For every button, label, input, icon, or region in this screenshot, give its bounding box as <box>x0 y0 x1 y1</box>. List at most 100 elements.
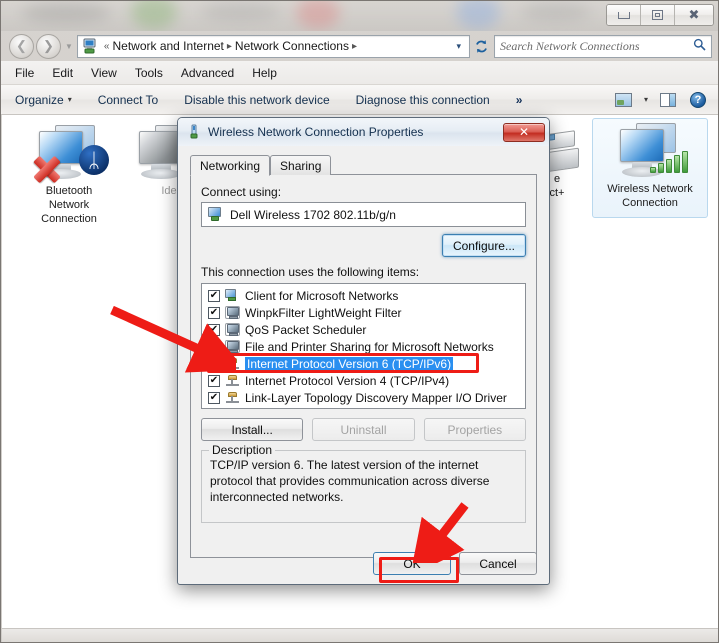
close-button[interactable]: ✖ <box>675 5 713 25</box>
service-icon <box>225 340 240 353</box>
preview-pane-icon <box>660 92 676 107</box>
checkbox[interactable]: ✔ <box>208 323 220 336</box>
toolbar-right-group: ▾ ? <box>614 91 718 109</box>
list-item[interactable]: ✔ File and Printer Sharing for Microsoft… <box>204 338 523 355</box>
component-label: File and Printer Sharing for Microsoft N… <box>245 339 494 354</box>
checkbox[interactable]: ✔ <box>208 391 220 404</box>
connection-bluetooth-network-connection[interactable]: ᛦ Bluetooth Network Connection <box>14 121 124 226</box>
list-item[interactable]: ✔ Internet Protocol Version 4 (TCP/IPv4) <box>204 372 523 389</box>
checkbox[interactable]: ✔ <box>208 306 220 319</box>
menu-item-edit[interactable]: Edit <box>52 66 73 80</box>
organize-button[interactable]: Organize ▾ <box>15 93 72 107</box>
component-label: Client for Microsoft Networks <box>245 288 399 303</box>
menu-item-view[interactable]: View <box>91 66 117 80</box>
search-box[interactable]: Search Network Connections <box>494 34 712 58</box>
protocol-icon <box>225 408 240 409</box>
install-button[interactable]: Install... <box>201 418 304 441</box>
dialog-close-button[interactable]: ✕ <box>503 122 545 142</box>
address-bar[interactable]: « Network and Internet ▸ Network Connect… <box>76 34 470 58</box>
minimize-icon <box>617 11 630 19</box>
disconnected-x-icon <box>29 151 63 185</box>
cancel-button[interactable]: Cancel <box>459 552 537 575</box>
change-view-icon <box>615 92 633 107</box>
tab-networking[interactable]: Networking <box>190 155 271 176</box>
description-text: TCP/IP version 6. The latest version of … <box>210 458 490 504</box>
service-icon <box>225 306 240 319</box>
wifi-signal-icon <box>650 151 688 173</box>
list-item[interactable]: ✔ QoS Packet Scheduler <box>204 321 523 338</box>
help-button[interactable]: ? <box>688 91 708 109</box>
list-item[interactable]: ✔ Client for Microsoft Networks <box>204 287 523 304</box>
service-icon <box>225 323 240 336</box>
window-title-bar: ✖ <box>1 1 718 31</box>
components-list[interactable]: ✔ Client for Microsoft Networks ✔ WinpkF… <box>201 283 526 409</box>
items-label: This connection uses the following items… <box>201 265 420 279</box>
menu-item-tools[interactable]: Tools <box>135 66 163 80</box>
window-controls: ✖ <box>606 4 714 26</box>
menu-item-advanced[interactable]: Advanced <box>181 66 234 80</box>
search-input-placeholder[interactable]: Search Network Connections <box>500 39 693 54</box>
disable-network-device-button[interactable]: Disable this network device <box>184 93 329 107</box>
minimize-button[interactable] <box>607 5 641 25</box>
bluetooth-icon: ᛦ <box>79 145 109 175</box>
recent-pages-button[interactable]: ▼ <box>65 42 73 51</box>
checkbox[interactable]: ✔ <box>208 409 220 410</box>
breadcrumb-separator-1[interactable]: ▸ <box>227 41 232 52</box>
list-item[interactable]: ✔ Link-Layer Topology Discovery Mapper I… <box>204 389 523 406</box>
command-toolbar: Organize ▾ Connect To Disable this netwo… <box>1 85 718 115</box>
connection-label: Wireless Network Connection <box>607 183 693 209</box>
forward-button[interactable]: ❯ <box>36 33 61 59</box>
wireless-properties-dialog: Wireless Network Connection Properties ✕… <box>177 117 550 585</box>
breadcrumb-separator-2[interactable]: ▸ <box>352 41 357 52</box>
explorer-window: ✖ ❮ ❯ ▼ « Network and Internet ▸ Network… <box>0 0 719 643</box>
breadcrumb-network-connections[interactable]: Network Connections <box>235 39 349 53</box>
checkbox[interactable]: ✔ <box>208 340 220 353</box>
toolbar-overflow-button[interactable]: » <box>516 93 523 107</box>
dialog-footer: OK Cancel <box>373 552 537 575</box>
change-view-button[interactable] <box>614 91 634 109</box>
crumb-overflow[interactable]: « <box>104 41 110 52</box>
configure-button[interactable]: Configure... <box>441 234 526 257</box>
status-bar <box>2 628 718 642</box>
description-legend: Description <box>209 443 276 457</box>
properties-button: Properties <box>423 418 526 441</box>
network-folder-icon <box>82 38 98 54</box>
component-label: Link-Layer Topology Discovery Mapper I/O… <box>245 390 507 405</box>
dialog-title-bar: Wireless Network Connection Properties ✕ <box>178 118 549 146</box>
component-label: Link-Layer Topology Discovery Responder <box>245 408 470 409</box>
list-item[interactable]: ✔ WinpkFilter LightWeight Filter <box>204 304 523 321</box>
change-view-caret-icon[interactable]: ▾ <box>644 95 648 104</box>
component-label: Internet Protocol Version 6 (TCP/IPv6) <box>245 356 454 371</box>
ok-button[interactable]: OK <box>373 552 451 575</box>
help-icon: ? <box>690 91 706 108</box>
menu-bar: File Edit View Tools Advanced Help <box>1 61 718 85</box>
networking-tab-panel: Connect using: Dell Wireless 1702 802.11… <box>190 174 537 558</box>
adapter-name: Dell Wireless 1702 802.11b/g/n <box>230 207 396 222</box>
menu-item-help[interactable]: Help <box>252 66 277 80</box>
component-label: QoS Packet Scheduler <box>245 322 367 337</box>
preview-pane-button[interactable] <box>658 91 678 109</box>
connection-wireless-network-connection[interactable]: Wireless Network Connection <box>592 118 708 218</box>
dialog-body: Networking Sharing Connect using: Dell W… <box>178 146 549 584</box>
connection-label: Bluetooth Network Connection <box>41 185 97 225</box>
diagnose-connection-button[interactable]: Diagnose this connection <box>356 93 490 107</box>
tab-sharing[interactable]: Sharing <box>270 155 332 175</box>
back-button[interactable]: ❮ <box>9 33 34 59</box>
checkbox[interactable]: ✔ <box>208 289 220 302</box>
protocol-icon <box>225 374 240 387</box>
list-item-ipv6[interactable]: Internet Protocol Version 6 (TCP/IPv6) <box>204 355 523 372</box>
checkbox[interactable]: ✔ <box>208 374 220 387</box>
chevron-down-icon: ▾ <box>67 95 72 104</box>
description-group: Description TCP/IP version 6. The latest… <box>201 443 526 523</box>
breadcrumb-network-and-internet[interactable]: Network and Internet <box>112 39 223 53</box>
checkbox-ipv6[interactable] <box>208 357 220 370</box>
organize-label: Organize <box>15 92 64 107</box>
configure-row: Configure... <box>201 234 526 257</box>
connect-to-button[interactable]: Connect To <box>98 93 159 107</box>
list-item[interactable]: ✔ Link-Layer Topology Discovery Responde… <box>204 406 523 409</box>
menu-item-file[interactable]: File <box>15 66 34 80</box>
refresh-button[interactable] <box>470 35 492 58</box>
address-dropdown-icon[interactable]: ▾ <box>452 41 465 52</box>
restore-button[interactable] <box>641 5 675 25</box>
network-adapter-icon <box>207 207 224 222</box>
